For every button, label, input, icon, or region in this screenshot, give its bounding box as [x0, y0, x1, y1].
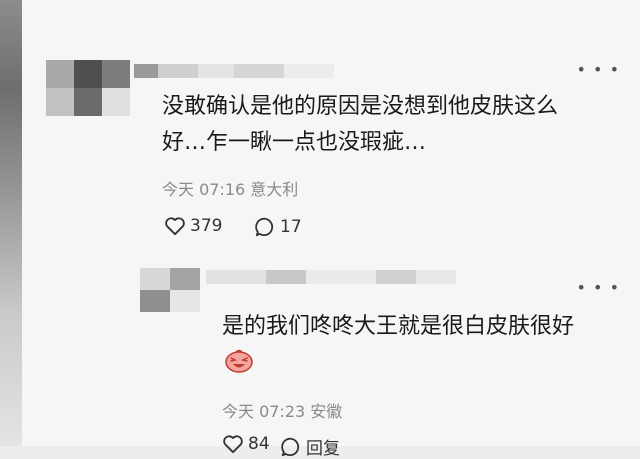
reply-reply-button[interactable]: 回复: [280, 434, 340, 459]
reply-avatar[interactable]: [140, 268, 200, 312]
avatar[interactable]: [46, 60, 130, 116]
laughing-face-emoji-icon: [225, 349, 253, 373]
like-count: 379: [190, 216, 223, 236]
comment-list: • • • 没敢确认是他的原因是没想到他皮肤这么 好…乍一瞅一点也没瑕疵… 今天…: [22, 0, 640, 459]
background-edge: [0, 0, 22, 446]
comment-bubble-icon: [255, 217, 274, 237]
comment-meta: 今天 07:16 意大利: [162, 180, 299, 199]
reply-button[interactable]: 17: [254, 216, 302, 238]
reply-meta: 今天 07:23 安徽: [222, 402, 343, 421]
reply-like-count: 84: [248, 434, 270, 454]
username-blurred[interactable]: [134, 64, 334, 78]
reply-count: 17: [280, 217, 302, 237]
reply-more-dots-icon[interactable]: • • •: [577, 278, 620, 297]
comment-text-line-1: 没敢确认是他的原因是没想到他皮肤这么: [162, 94, 559, 119]
reply-reply-label: 回复: [306, 439, 340, 459]
like-button[interactable]: 379: [164, 216, 222, 236]
reply-text: 是的我们咚咚大王就是很白皮肤很好: [222, 314, 575, 339]
reply-like-button[interactable]: 84: [222, 434, 270, 454]
reply-username-blurred[interactable]: [206, 270, 456, 284]
comment-text-line-2: 好…乍一瞅一点也没瑕疵…: [162, 130, 427, 155]
heart-icon: [223, 435, 243, 454]
heart-icon: [165, 217, 185, 236]
more-dots-icon[interactable]: • • •: [577, 60, 620, 79]
comment-bubble-icon: [281, 437, 300, 456]
